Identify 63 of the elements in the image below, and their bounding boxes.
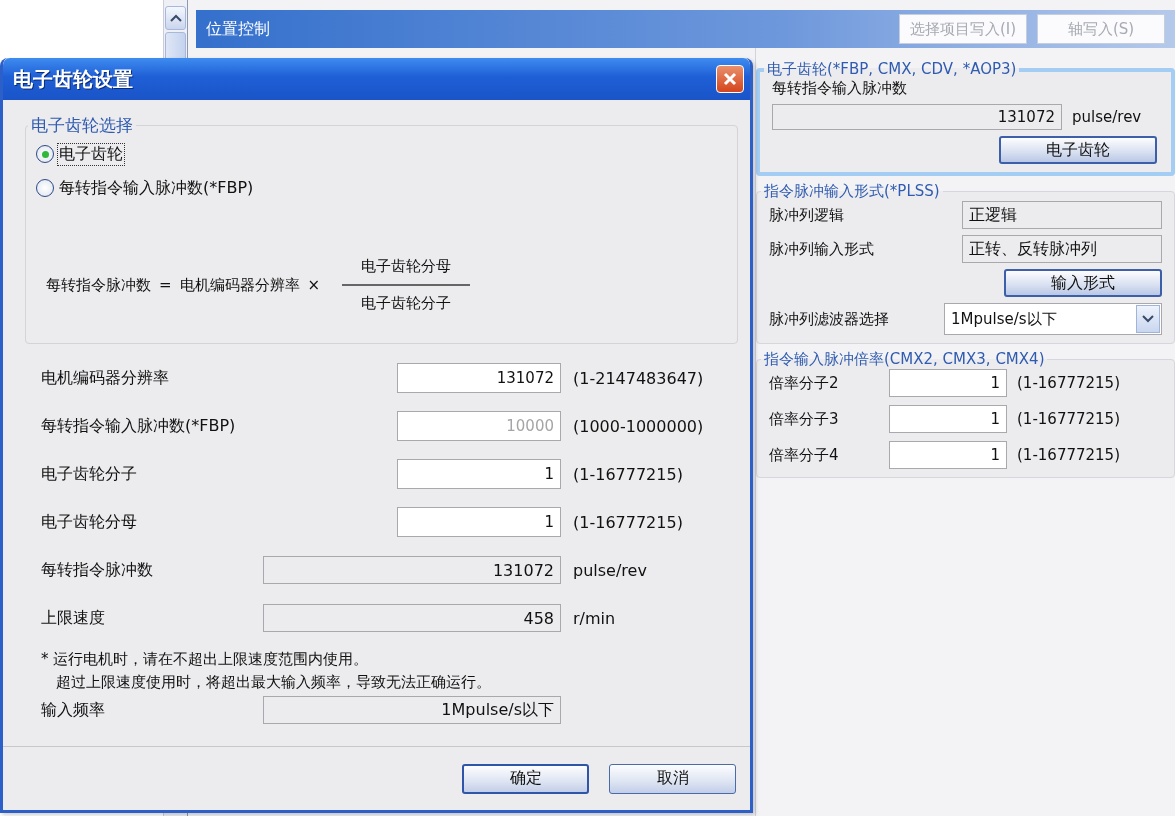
formula-text: 电子齿轮分母 [361,257,452,276]
field-label: 每转指令输入脉冲数 [772,79,908,98]
unit-label: pulse/rev [1072,108,1142,126]
radio-label[interactable]: 每转指令输入脉冲数(*FBP) [57,176,256,200]
range-label: (1-16777215) [573,464,683,484]
field-label: 电子齿轮分母 [41,511,138,533]
group-title: 指令输入脉冲倍率(CMX2, CMX3, CMX4) [763,350,1046,369]
field-label: 电子齿轮分子 [41,463,138,485]
field-label: 每转指令输入脉冲数(*FBP) [41,415,237,437]
range-label: (1-16777215) [1017,374,1120,392]
readout-field: 正逻辑 [962,201,1162,229]
close-button[interactable] [716,65,744,93]
range-label: (1-16777215) [1017,410,1120,428]
dialog-button[interactable]: 确定 [462,763,589,794]
formula-text: × [307,276,321,294]
readout-field: 正转、反转脉冲列 [962,235,1162,263]
field-label: 脉冲列输入形式 [769,239,874,259]
section-title: 位置控制 [206,18,271,40]
range-label: (1-2147483647) [573,368,704,388]
field-label: 电机编码器分辨率 [41,367,170,389]
scroll-up-button[interactable] [165,6,186,30]
formula-text: 电子齿轮分子 [361,294,452,313]
input-field[interactable]: 1 [889,369,1007,397]
close-icon [722,71,738,87]
field-label: 倍率分子3 [769,409,840,429]
range-label: (1-16777215) [1017,446,1120,464]
radio-button[interactable] [36,145,54,163]
field-label: 上限速度 [41,607,106,629]
field-label: 每转指令脉冲数 [41,559,154,581]
note-text: 超过上限速度使用时，将超出最大输入频率，导致无法正确运行。 [55,673,492,692]
readout-field: 131072 [263,556,561,584]
range-label: (1-16777215) [573,512,683,532]
radio-button[interactable] [36,179,54,197]
input-field[interactable]: 131072 [397,363,561,393]
field-label: 脉冲列逻辑 [769,205,844,225]
formula-text: 每转指令脉冲数 [46,275,151,295]
input-format-button[interactable]: 输入形式 [1004,269,1162,297]
radio-label[interactable]: 电子齿轮 [57,142,125,166]
unit-label: r/min [573,608,616,628]
field-label: 脉冲列滤波器选择 [769,309,889,329]
input-field[interactable]: 1 [397,507,561,537]
formula-text: = [159,276,172,294]
dialog-title: 电子齿轮设置 [13,65,133,93]
input-field[interactable]: 1 [397,459,561,489]
group-title: 指令脉冲输入形式(*PLSS) [763,182,941,201]
formula-text: 电机编码器分辨率 [179,275,300,295]
range-label: (1000-1000000) [573,416,704,436]
group-title: 电子齿轮选择 [30,114,134,137]
readout-field: 131072 [772,104,1062,130]
readout-field: 1Mpulse/s以下 [263,696,561,724]
readout-field: 458 [263,604,561,632]
field-label: 输入频率 [41,699,106,721]
filter-dropdown[interactable]: 1Mpulse/s以下 [944,303,1162,335]
input-field[interactable]: 1 [889,441,1007,469]
unit-label: pulse/rev [573,560,647,580]
dialog-button[interactable]: 取消 [609,763,736,794]
scroll-up-icon [169,14,182,22]
field-label: 倍率分子2 [769,373,840,393]
gear-button[interactable]: 电子齿轮 [999,136,1157,164]
note-text: * 运行电机时，请在不超出上限速度范围内使用。 [41,650,370,669]
input-field[interactable]: 1 [889,405,1007,433]
group-title: 电子齿轮(*FBP, CMX, CDV, *AOP3) [766,60,1018,79]
field-label: 倍率分子4 [769,445,840,465]
